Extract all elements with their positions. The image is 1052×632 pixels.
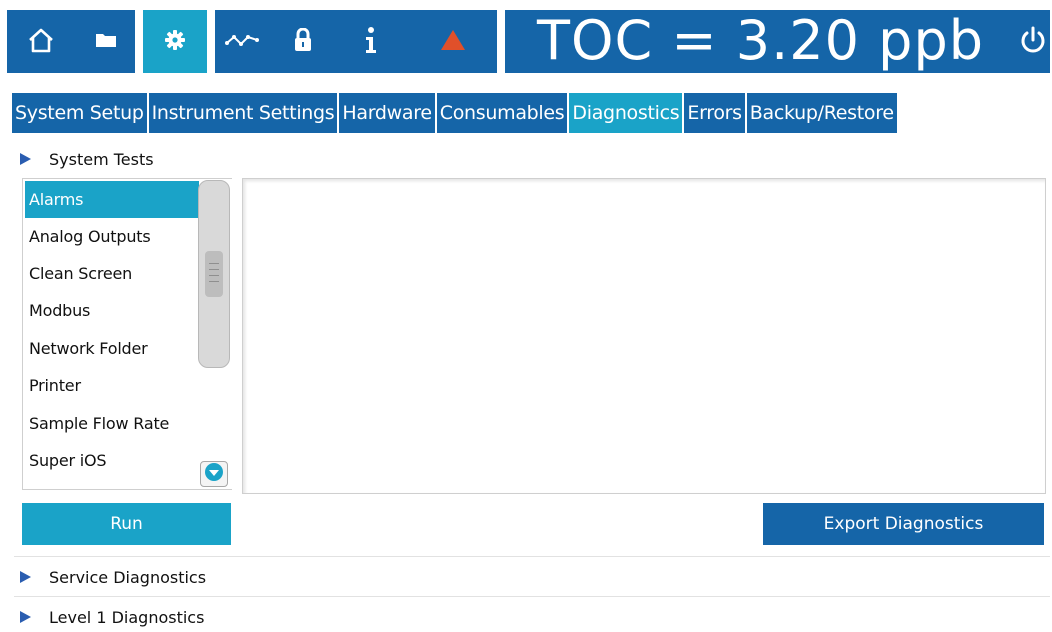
home-button[interactable] xyxy=(15,10,67,73)
gear-icon xyxy=(164,29,186,55)
toc-readout: TOC = 3.20 ppb xyxy=(537,9,985,72)
settings-button[interactable] xyxy=(143,10,207,73)
trend-button[interactable] xyxy=(215,10,271,73)
expand-triangle-icon xyxy=(20,153,31,165)
tab-consumables[interactable]: Consumables xyxy=(436,93,568,133)
top-bar: TOC = 3.20 ppb xyxy=(7,10,1050,73)
tab-instrument-settings[interactable]: Instrument Settings xyxy=(148,93,338,133)
service-diagnostics-label: Service Diagnostics xyxy=(49,567,207,587)
level1-diagnostics-header[interactable]: Level 1 Diagnostics xyxy=(20,606,204,628)
power-icon xyxy=(1020,26,1046,58)
tab-backup-restore[interactable]: Backup/Restore xyxy=(746,93,897,133)
alarm-triangle-icon xyxy=(440,29,466,55)
tab-hardware[interactable]: Hardware xyxy=(339,93,435,133)
home-icon xyxy=(27,26,55,58)
scroll-down-button[interactable] xyxy=(200,461,228,487)
info-button[interactable] xyxy=(345,10,397,73)
list-scrollbar[interactable] xyxy=(198,180,230,368)
run-button[interactable]: Run xyxy=(22,503,231,545)
lock-icon xyxy=(294,27,312,56)
service-diagnostics-header[interactable]: Service Diagnostics xyxy=(20,566,206,588)
expand-triangle-icon xyxy=(20,611,31,623)
tab-errors[interactable]: Errors xyxy=(684,93,745,133)
list-item-alarms[interactable]: Alarms xyxy=(25,181,199,218)
export-diagnostics-button[interactable]: Export Diagnostics xyxy=(763,503,1044,545)
divider xyxy=(14,596,1050,597)
list-item-printer[interactable]: Printer xyxy=(25,367,199,404)
alarm-button[interactable] xyxy=(427,10,479,73)
level1-diagnostics-label: Level 1 Diagnostics xyxy=(49,607,205,627)
trend-icon xyxy=(225,31,261,53)
chevron-down-icon xyxy=(204,462,224,486)
lock-button[interactable] xyxy=(277,10,329,73)
folder-icon xyxy=(95,31,117,53)
list-item-clean-screen[interactable]: Clean Screen xyxy=(25,255,199,292)
list-item-sample-flow-rate[interactable]: Sample Flow Rate xyxy=(25,405,199,442)
scrollbar-thumb[interactable] xyxy=(205,251,223,297)
files-button[interactable] xyxy=(77,10,135,73)
power-button[interactable] xyxy=(1017,24,1049,60)
expand-triangle-icon xyxy=(20,571,31,583)
tab-system-setup[interactable]: System Setup xyxy=(12,93,147,133)
list-item-analog-outputs[interactable]: Analog Outputs xyxy=(25,218,199,255)
list-item-network-folder[interactable]: Network Folder xyxy=(25,330,199,367)
diagnostics-output-panel xyxy=(242,178,1046,494)
settings-tabs: System Setup Instrument Settings Hardwar… xyxy=(12,93,899,133)
divider xyxy=(14,556,1050,557)
list-item-modbus[interactable]: Modbus xyxy=(25,292,199,329)
tab-diagnostics[interactable]: Diagnostics xyxy=(569,93,683,133)
system-tests-label: System Tests xyxy=(49,149,154,169)
info-icon xyxy=(364,26,378,58)
list-item-super-ios[interactable]: Super iOS xyxy=(25,442,199,479)
system-tests-header[interactable]: System Tests xyxy=(20,148,154,170)
